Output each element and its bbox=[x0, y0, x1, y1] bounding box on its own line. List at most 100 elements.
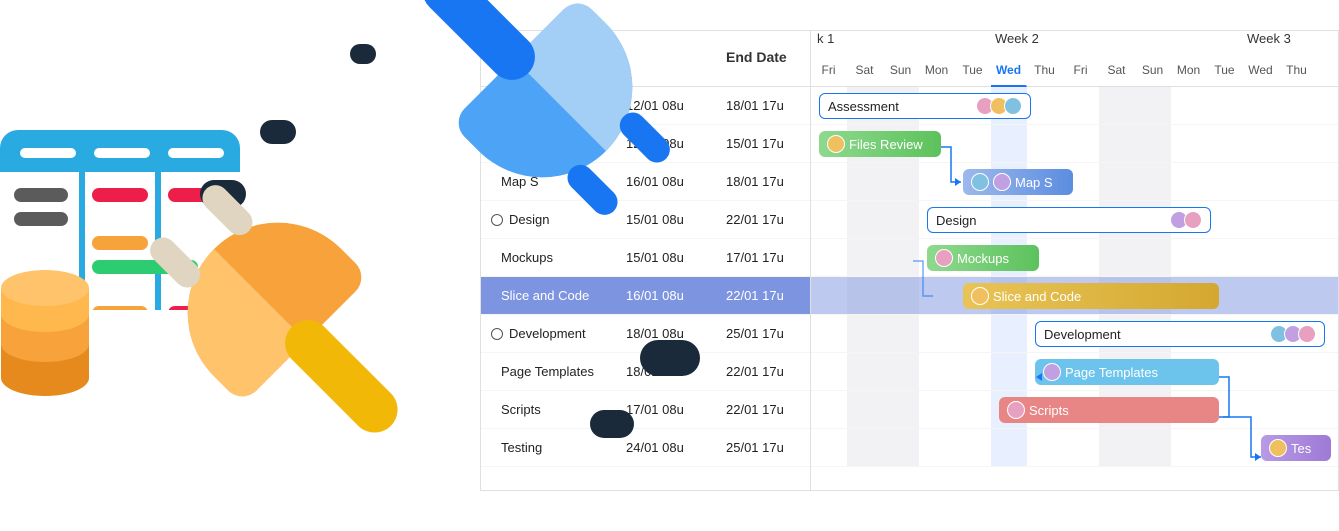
task-start: 17/01 08u bbox=[620, 402, 720, 417]
day-label: Thu bbox=[1279, 57, 1315, 87]
column-header-end[interactable]: End Date bbox=[720, 31, 810, 86]
day-labels: FriSatSunMonTueWedThuFriSatSunMonTueWedT… bbox=[811, 57, 1338, 87]
task-row[interactable]: Design 15/01 08u22/01 17u bbox=[481, 201, 810, 239]
gantt-bar[interactable]: Map S bbox=[963, 169, 1073, 195]
task-end: 25/01 17u bbox=[720, 326, 810, 341]
kanban-board-icon bbox=[0, 130, 240, 310]
avatar bbox=[971, 287, 989, 305]
day-label: Fri bbox=[1063, 57, 1099, 87]
task-name: Mockups bbox=[501, 250, 553, 265]
bar-label: Tes bbox=[1291, 441, 1311, 456]
expand-icon[interactable] bbox=[491, 328, 503, 340]
task-row[interactable]: Development 18/01 08u25/01 17u bbox=[481, 315, 810, 353]
day-label: Mon bbox=[919, 57, 955, 87]
stacked-disks-icon bbox=[0, 270, 100, 400]
task-start: 15/01 08u bbox=[620, 212, 720, 227]
avatar bbox=[1269, 439, 1287, 457]
task-end: 15/01 17u bbox=[720, 136, 810, 151]
task-start: 12/01 08u bbox=[620, 98, 720, 113]
gantt-columns-header: Name Start Date End Date bbox=[481, 31, 810, 87]
task-start: 16/01 08u bbox=[620, 174, 720, 189]
bar-label: Files Review bbox=[849, 137, 923, 152]
bar-label: Mockups bbox=[957, 251, 1009, 266]
bar-label: Assessment bbox=[828, 99, 899, 114]
task-start: 24/01 08u bbox=[620, 440, 720, 455]
day-label: Sat bbox=[1099, 57, 1135, 87]
gantt-bar[interactable]: Development bbox=[1035, 321, 1325, 347]
task-row[interactable]: Assessment 12/01 08u18/01 17u bbox=[481, 87, 810, 125]
gantt-body: Assessment Files Review Map S Design Mockups… bbox=[811, 87, 1338, 467]
gantt-bar[interactable]: Mockups bbox=[927, 245, 1039, 271]
task-start: 18/01 08u bbox=[620, 326, 720, 341]
avatar bbox=[827, 135, 845, 153]
task-name: Files Review bbox=[501, 136, 575, 151]
task-row[interactable]: Testing 24/01 08u25/01 17u bbox=[481, 429, 810, 467]
task-row[interactable]: Slice and Code 16/01 08u22/01 17u bbox=[481, 277, 810, 315]
bar-label: Development bbox=[1044, 327, 1121, 342]
gantt-bar[interactable]: Tes bbox=[1261, 435, 1331, 461]
avatar bbox=[1043, 363, 1061, 381]
task-name: Slice and Code bbox=[501, 288, 589, 303]
bar-label: Slice and Code bbox=[993, 289, 1081, 304]
gantt-bar[interactable]: Assessment bbox=[819, 93, 1031, 119]
bar-label: Scripts bbox=[1029, 403, 1069, 418]
avatar bbox=[993, 173, 1011, 191]
day-label: Sat bbox=[847, 57, 883, 87]
column-header-name[interactable]: Name bbox=[481, 31, 620, 86]
day-label: Fri bbox=[811, 57, 847, 87]
task-end: 22/01 17u bbox=[720, 402, 810, 417]
task-name: Development bbox=[509, 326, 586, 341]
task-end: 22/01 17u bbox=[720, 364, 810, 379]
task-row[interactable]: Mockups 15/01 08u17/01 17u bbox=[481, 239, 810, 277]
day-label: Wed bbox=[1243, 57, 1279, 87]
gantt-timeline[interactable]: k 1 Week 2 Week 3 FriSatSunMonTueWedThuF… bbox=[811, 31, 1338, 490]
task-end: 22/01 17u bbox=[720, 212, 810, 227]
task-end: 18/01 17u bbox=[720, 98, 810, 113]
task-name: Testing bbox=[501, 440, 542, 455]
task-end: 22/01 17u bbox=[720, 288, 810, 303]
gantt-bar[interactable]: Slice and Code bbox=[963, 283, 1219, 309]
day-label: Tue bbox=[1207, 57, 1243, 87]
avatar bbox=[1004, 97, 1022, 115]
gantt-task-list: Name Start Date End Date Assessment 12/01… bbox=[481, 31, 811, 490]
task-name: Design bbox=[509, 212, 549, 227]
task-name: Assessment bbox=[509, 98, 580, 113]
task-row[interactable]: Files Review12/01 08u15/01 17u bbox=[481, 125, 810, 163]
week-3-label: Week 3 bbox=[1247, 31, 1291, 46]
expand-icon[interactable] bbox=[491, 214, 503, 226]
task-row[interactable]: Map S 16/01 08u18/01 17u bbox=[481, 163, 810, 201]
bar-label: Page Templates bbox=[1065, 365, 1158, 380]
task-start: 16/01 08u bbox=[620, 288, 720, 303]
task-name: Page Templates bbox=[501, 364, 594, 379]
day-label: Sun bbox=[1135, 57, 1171, 87]
task-end: 25/01 17u bbox=[720, 440, 810, 455]
gantt-bar[interactable]: Scripts bbox=[999, 397, 1219, 423]
week-labels: k 1 Week 2 Week 3 bbox=[811, 31, 1338, 57]
day-label: Thu bbox=[1027, 57, 1063, 87]
task-start: 18/01 08u bbox=[620, 364, 720, 379]
timeline-header: k 1 Week 2 Week 3 FriSatSunMonTueWedThuF… bbox=[811, 31, 1338, 87]
gantt-chart[interactable]: Name Start Date End Date Assessment 12/01… bbox=[480, 30, 1339, 491]
day-label: Tue bbox=[955, 57, 991, 87]
day-label: Wed bbox=[991, 57, 1027, 87]
avatar bbox=[1298, 325, 1316, 343]
task-name: Map S bbox=[501, 174, 539, 189]
task-row[interactable]: Page Templates 18/01 08u22/01 17u bbox=[481, 353, 810, 391]
task-row[interactable]: Scripts 17/01 08u22/01 17u bbox=[481, 391, 810, 429]
task-end: 17/01 17u bbox=[720, 250, 810, 265]
gantt-bar[interactable]: Design bbox=[927, 207, 1211, 233]
bar-label: Map S bbox=[1015, 175, 1053, 190]
gantt-bar[interactable]: Page Templates bbox=[1035, 359, 1219, 385]
avatar bbox=[935, 249, 953, 267]
avatar bbox=[1184, 211, 1202, 229]
task-end: 18/01 17u bbox=[720, 174, 810, 189]
expand-icon[interactable] bbox=[491, 100, 503, 112]
bar-label: Design bbox=[936, 213, 976, 228]
gantt-bar[interactable]: Files Review bbox=[819, 131, 941, 157]
avatar bbox=[1007, 401, 1025, 419]
plug-orange-icon bbox=[150, 185, 369, 404]
day-label: Sun bbox=[883, 57, 919, 87]
task-start: 15/01 08u bbox=[620, 250, 720, 265]
day-label: Mon bbox=[1171, 57, 1207, 87]
task-name: Scripts bbox=[501, 402, 541, 417]
